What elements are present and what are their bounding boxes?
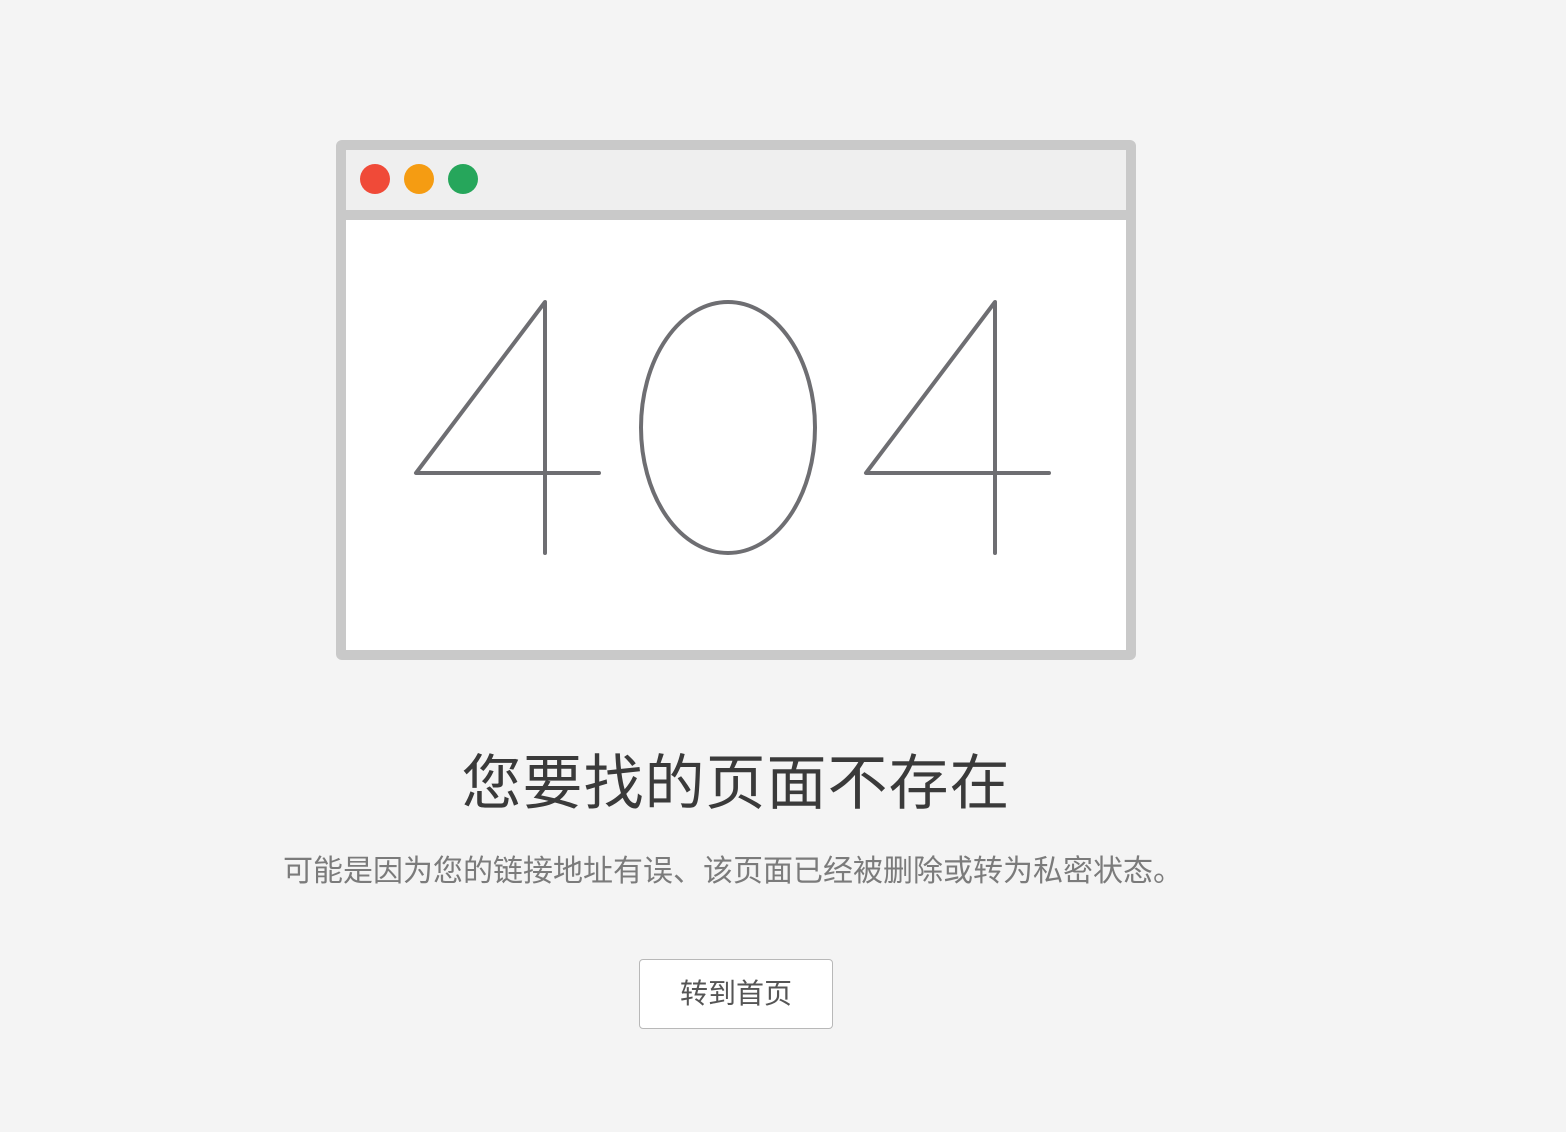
maximize-window-dot-icon — [448, 164, 478, 194]
minimize-window-dot-icon — [404, 164, 434, 194]
digit-zero-1 — [639, 300, 817, 555]
browser-titlebar — [346, 150, 1126, 220]
close-window-dot-icon — [360, 164, 390, 194]
go-home-button[interactable]: 转到首页 — [639, 959, 833, 1029]
error-code-404-graphic — [414, 300, 1051, 555]
error-description: 可能是因为您的链接地址有误、该页面已经被删除或转为私密状态。 — [283, 854, 1183, 889]
browser-window-illustration — [336, 140, 1136, 660]
digit-four-2 — [864, 300, 1051, 555]
page-title: 您要找的页面不存在 — [461, 749, 1011, 819]
digit-four-0 — [414, 300, 601, 555]
error-page: 您要找的页面不存在 可能是因为您的链接地址有误、该页面已经被删除或转为私密状态。… — [0, 0, 1566, 1132]
browser-viewport — [346, 220, 1126, 650]
